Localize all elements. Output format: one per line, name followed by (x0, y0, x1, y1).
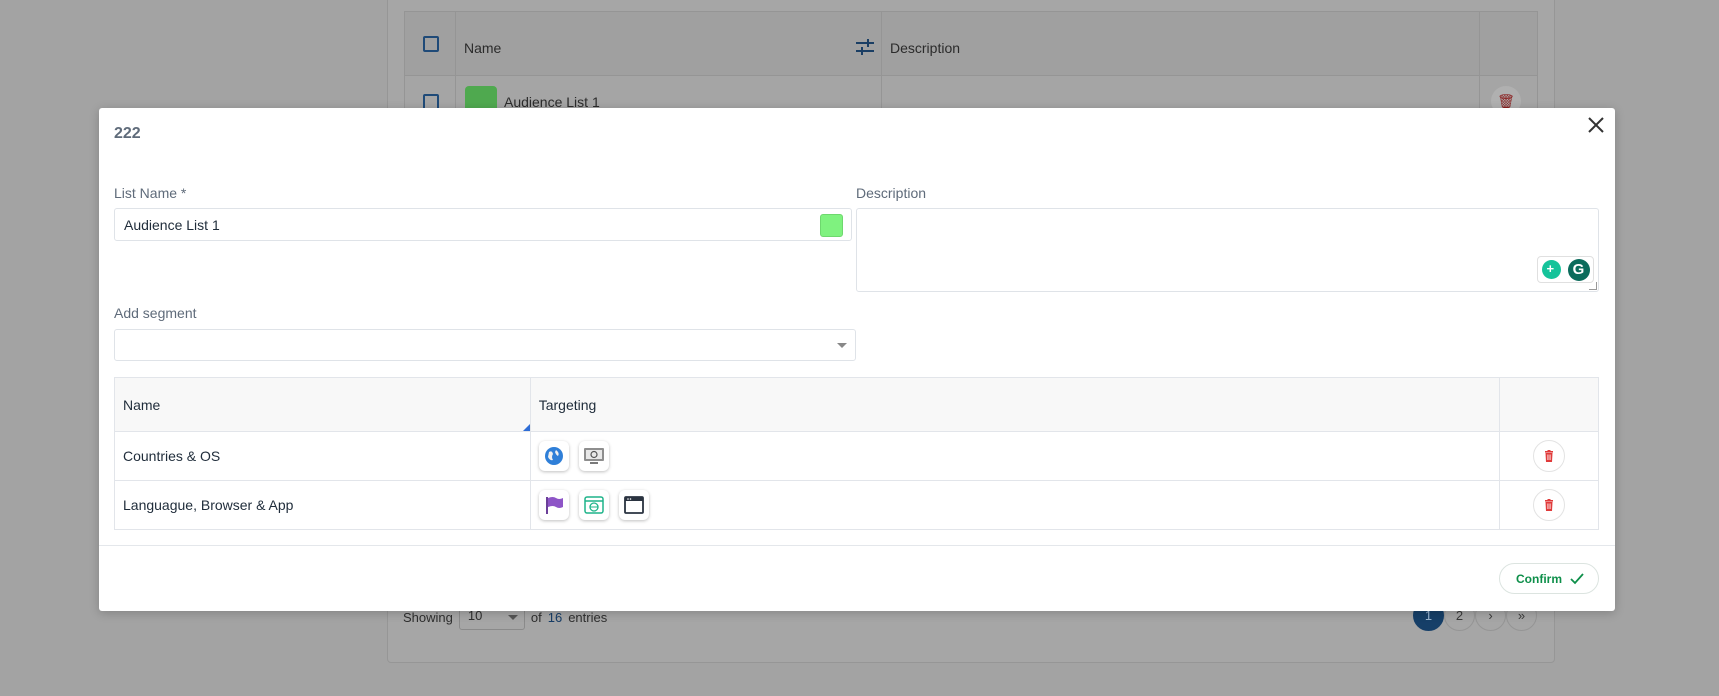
description-label: Description (856, 185, 927, 201)
total-entries: 16 (547, 609, 563, 625)
column-header-name[interactable]: Name (464, 40, 501, 56)
browser-globe-icon (578, 490, 609, 520)
trash-icon (1545, 450, 1554, 462)
select-all-checkbox[interactable] (423, 36, 439, 52)
list-name-input[interactable]: Audience List 1 (114, 208, 852, 241)
segment-targeting (529, 480, 1501, 530)
grammarly-logo-icon[interactable]: G (1567, 258, 1590, 281)
background-table-header (405, 12, 1537, 76)
list-name-label: List Name * (114, 185, 187, 201)
description-textarea[interactable]: G (856, 208, 1599, 292)
close-icon[interactable] (1585, 114, 1607, 136)
table-row: Languague, Browser & App (114, 480, 1599, 530)
column-header-name[interactable]: Name (114, 377, 531, 432)
globe-icon (538, 441, 569, 471)
list-name-value: Audience List 1 (124, 217, 220, 233)
check-icon (1570, 572, 1584, 584)
modal-title: 222 (114, 125, 141, 142)
segments-table: Name Targeting Countries & OS Languague,… (114, 377, 1599, 530)
monitor-icon (578, 441, 609, 471)
resize-handle[interactable] (1589, 282, 1597, 290)
segment-targeting (529, 431, 1501, 481)
segment-name: Countries & OS (114, 431, 531, 481)
column-header-description[interactable]: Description (890, 40, 960, 56)
add-segment-label: Add segment (114, 305, 197, 321)
grammarly-bulb-icon[interactable] (1541, 260, 1561, 279)
background-table: Name Description Audience List 1 🗑 (404, 11, 1538, 116)
column-header-actions (1499, 377, 1599, 432)
modal-footer-divider (99, 545, 1615, 546)
flag-icon (538, 490, 569, 520)
table-row: Countries & OS (114, 431, 1599, 481)
list-color-picker[interactable] (820, 214, 843, 237)
delete-row-button[interactable] (1533, 440, 1566, 472)
app-window-icon (618, 490, 649, 520)
column-header-targeting: Targeting (529, 377, 1501, 432)
grammarly-widget[interactable]: G (1537, 256, 1594, 283)
add-segment-select[interactable] (114, 329, 856, 361)
segment-name: Languague, Browser & App (114, 480, 531, 530)
sort-indicator-icon (522, 424, 530, 431)
edit-list-modal: 222 List Name * Audience List 1 Descript… (99, 108, 1615, 611)
trash-icon (1545, 499, 1554, 511)
delete-row-button[interactable] (1533, 489, 1566, 521)
confirm-button[interactable]: Confirm (1499, 563, 1599, 594)
column-filter-icon[interactable] (855, 38, 875, 56)
